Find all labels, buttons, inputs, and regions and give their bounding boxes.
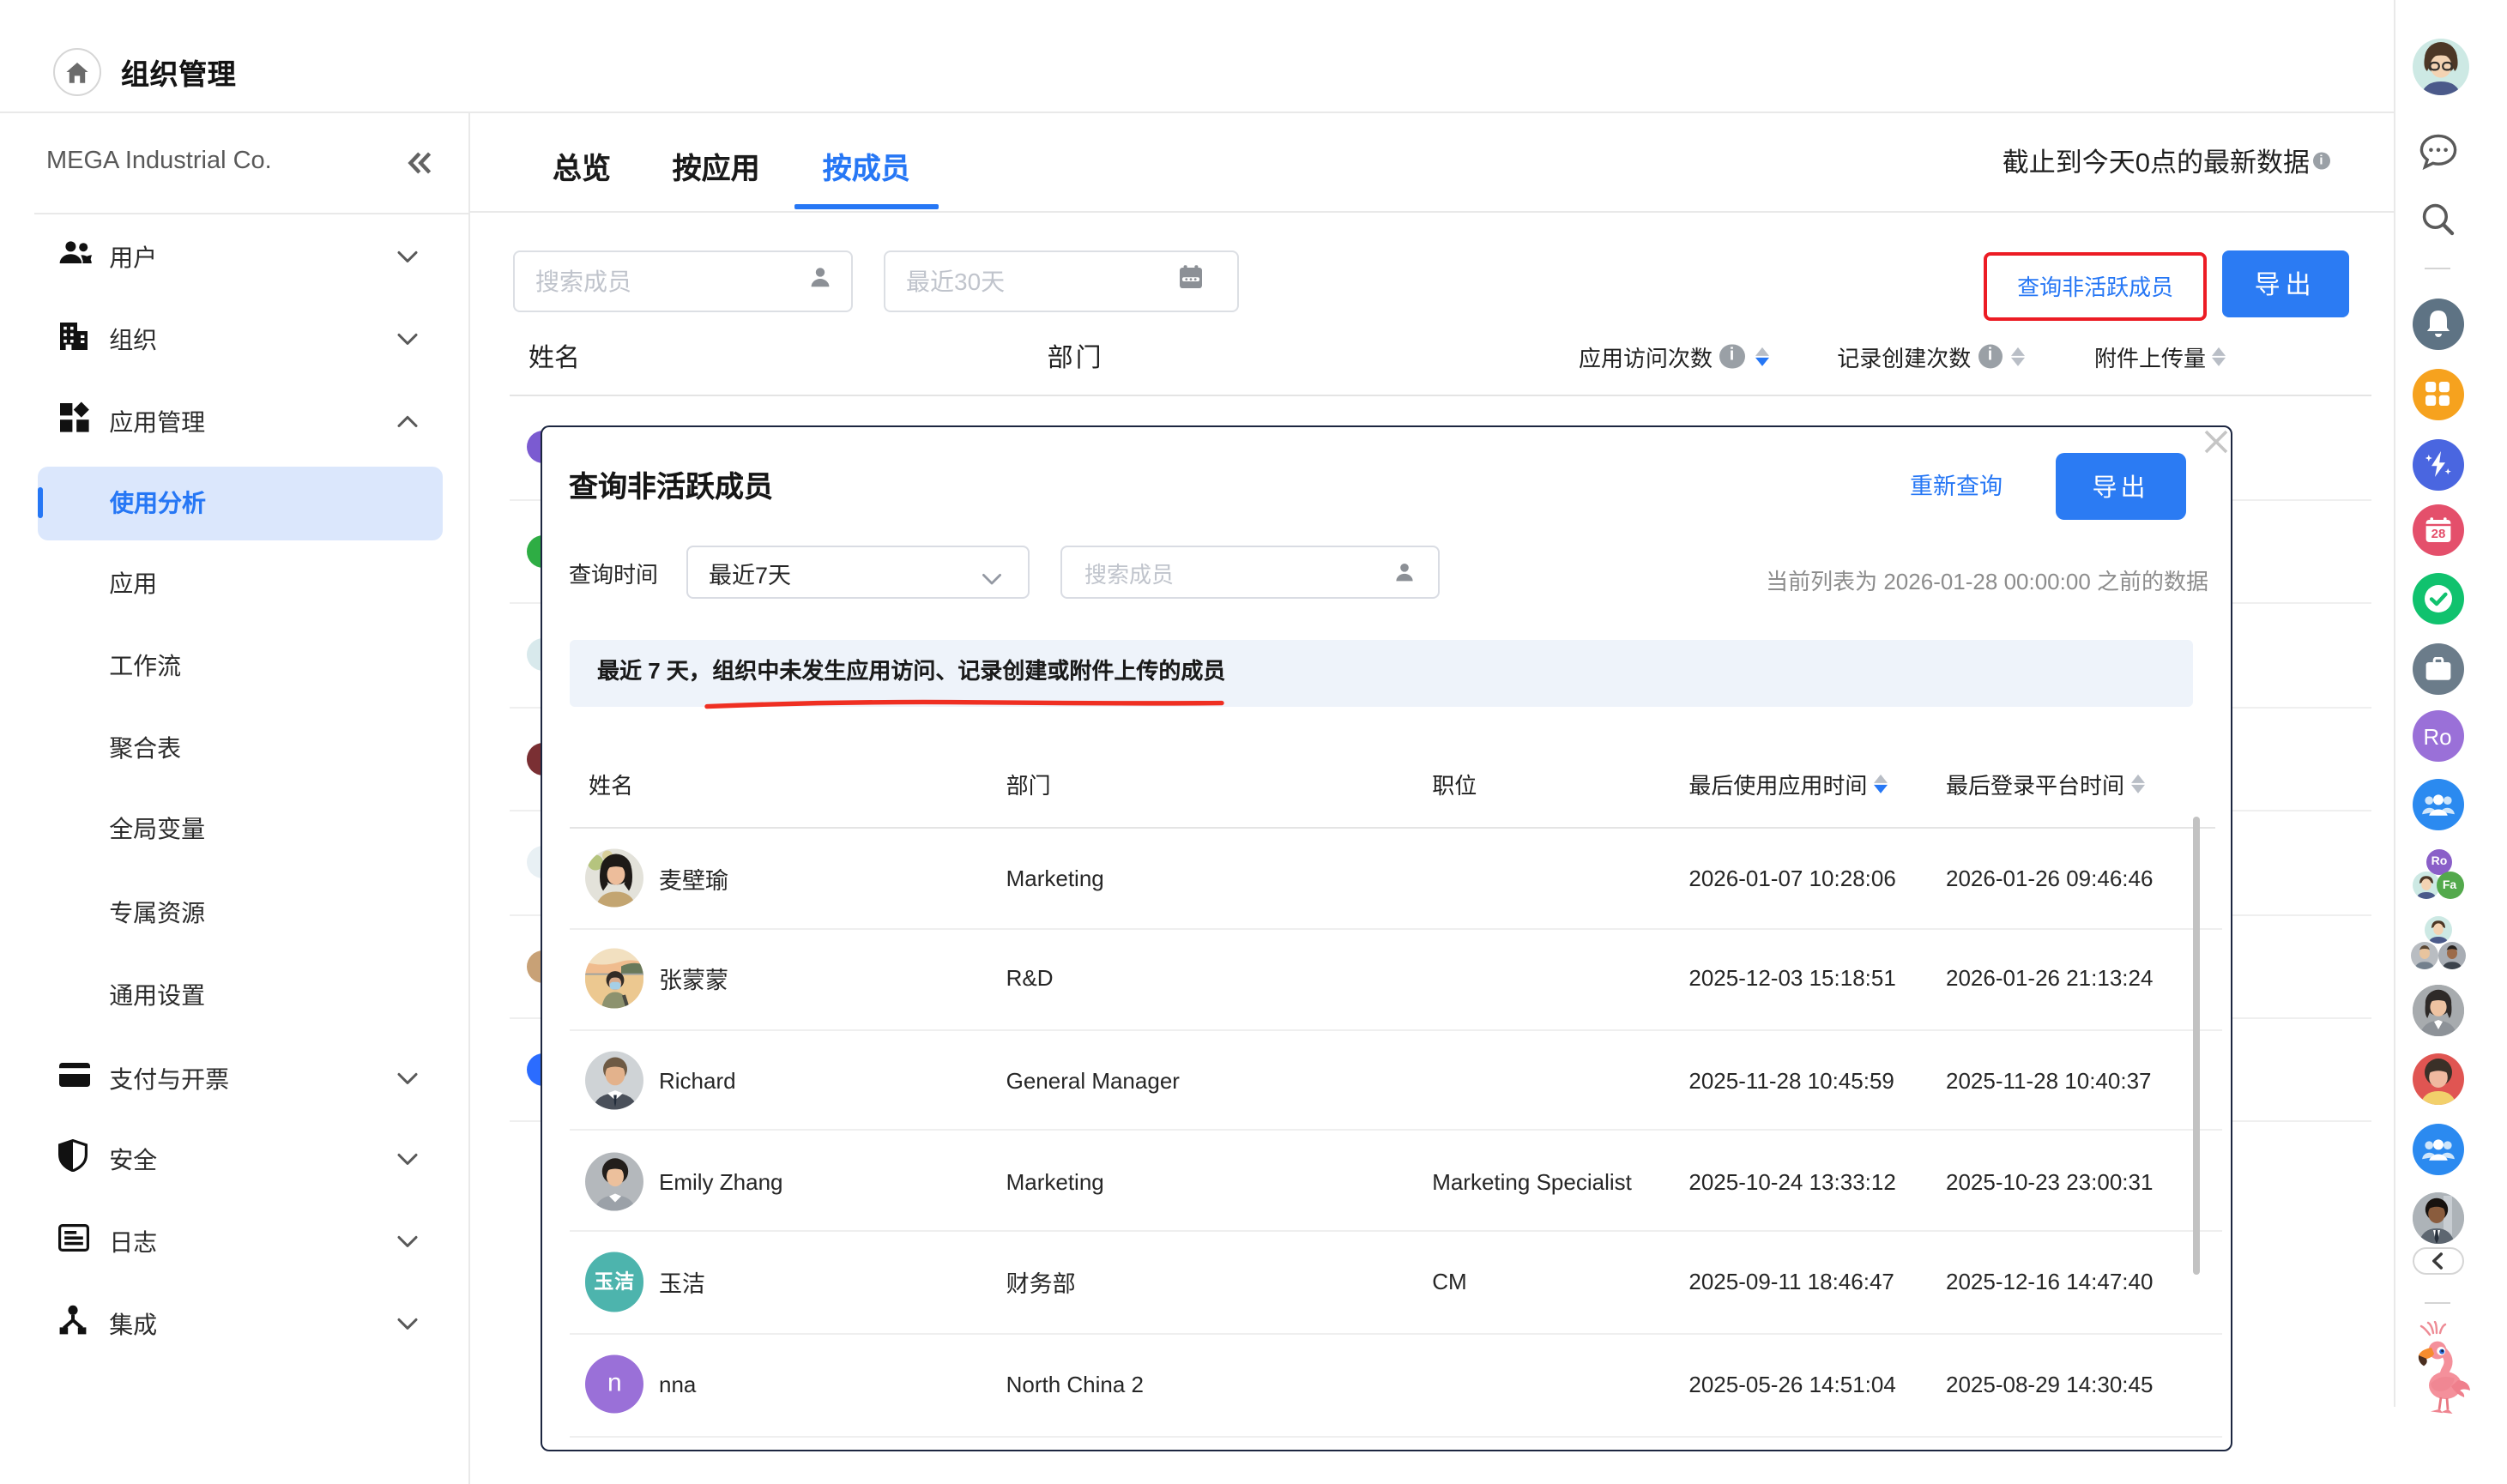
svg-text:28: 28	[2431, 526, 2445, 540]
